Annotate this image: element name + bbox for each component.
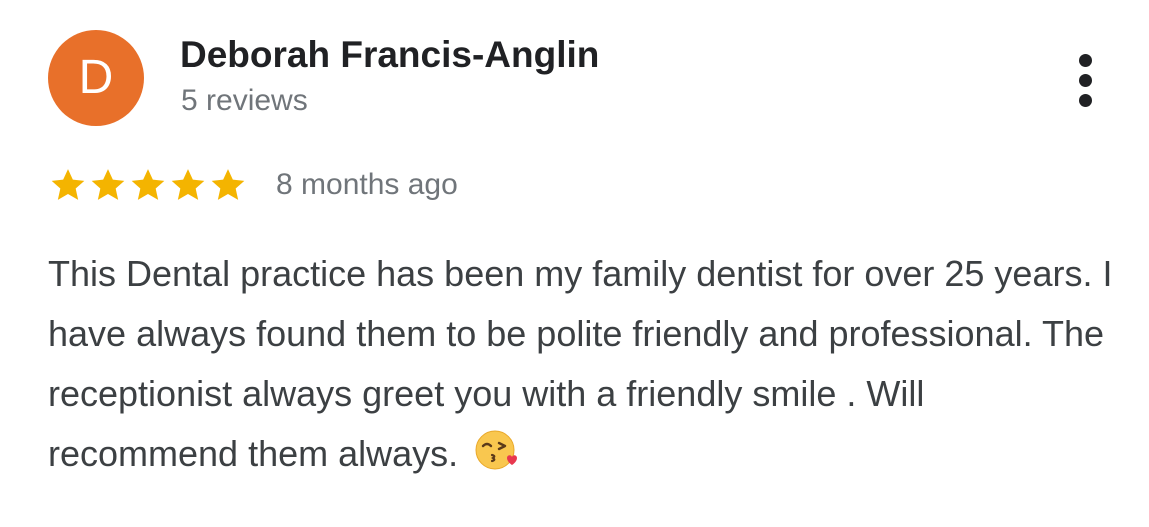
- star-icon: [211, 169, 245, 200]
- review-timestamp: 8 months ago: [276, 168, 458, 201]
- more-vert-icon: [1079, 54, 1092, 67]
- star-icon: [171, 169, 205, 200]
- rating-row: 8 months ago: [48, 163, 458, 207]
- star-rating: [48, 163, 248, 207]
- review-body: This Dental practice has been my family …: [48, 244, 1118, 484]
- more-options-button[interactable]: [1066, 50, 1106, 110]
- face-throwing-kiss-emoji: [475, 430, 518, 470]
- review-count: 5 reviews: [181, 84, 308, 117]
- more-vert-icon-dot: [1079, 74, 1092, 87]
- star-icon: [51, 169, 85, 200]
- avatar-initial: D: [78, 51, 114, 104]
- star-icon: [131, 169, 165, 200]
- more-vert-icon-dot: [1079, 94, 1092, 107]
- reviewer-name[interactable]: Deborah Francis-Anglin: [180, 34, 599, 76]
- avatar[interactable]: D: [48, 30, 144, 126]
- star-icon: [91, 169, 125, 200]
- review-text: This Dental practice has been my family …: [48, 253, 1113, 474]
